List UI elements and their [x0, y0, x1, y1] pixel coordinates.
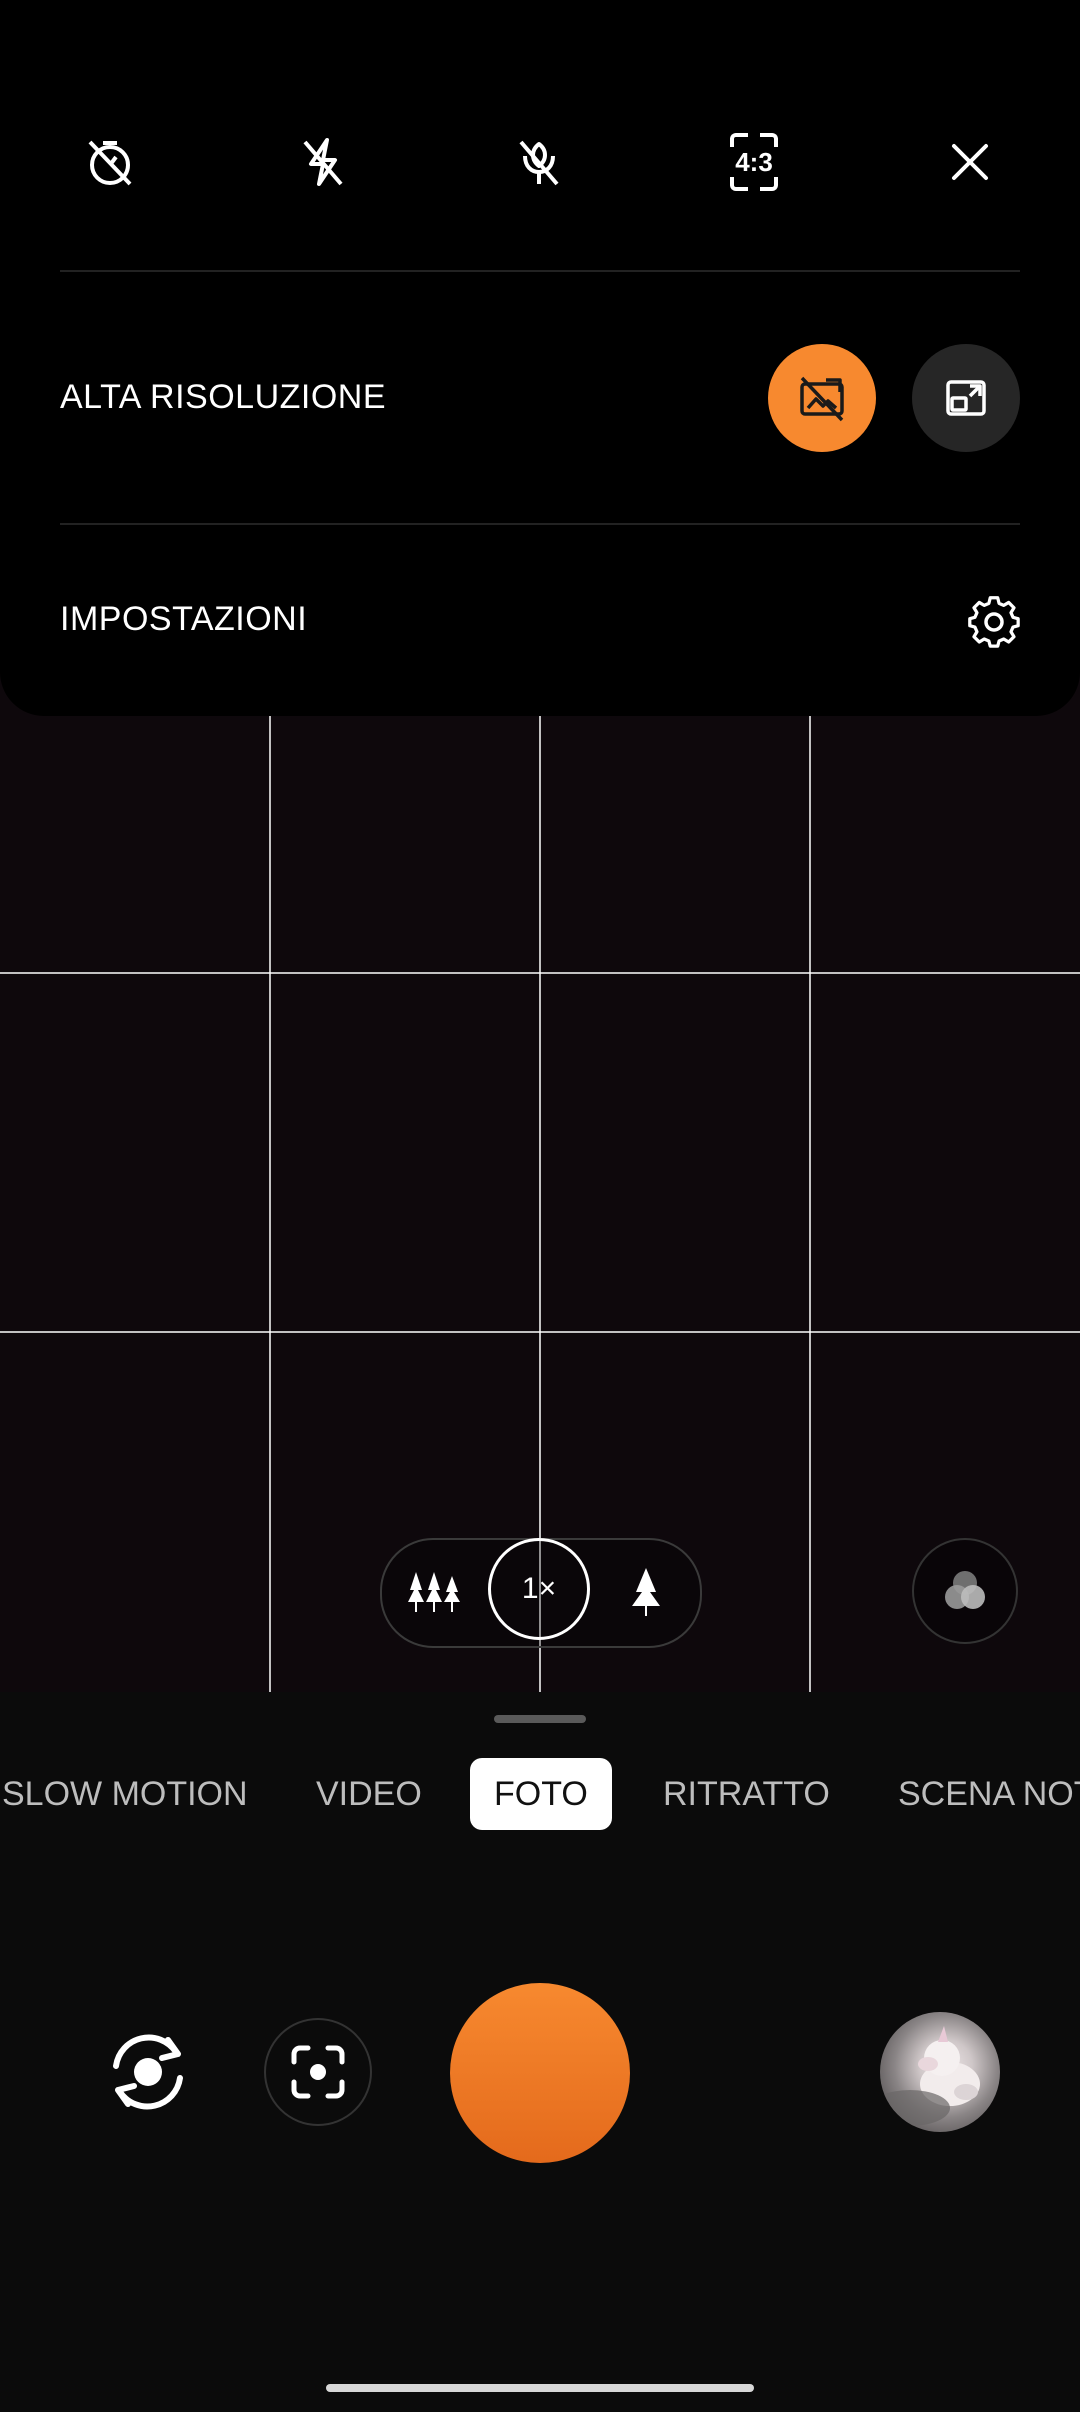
gallery-thumbnail[interactable]	[880, 2012, 1000, 2132]
mode-video[interactable]: VIDEO	[316, 1770, 422, 1818]
camera-switch-button[interactable]	[88, 2012, 208, 2132]
telephoto-icon[interactable]	[616, 1562, 676, 1622]
high-res-on-button[interactable]	[912, 344, 1020, 452]
filters-icon	[945, 1571, 985, 1609]
mode-night[interactable]: SCENA NOT	[898, 1770, 1080, 1818]
mode-portrait[interactable]: RITRATTO	[663, 1770, 830, 1818]
high-res-on-icon	[946, 380, 986, 416]
mode-photo[interactable]: FOTO	[470, 1758, 612, 1830]
divider	[60, 270, 1020, 272]
high-res-off-button[interactable]	[768, 344, 876, 452]
quick-settings-panel: 4:3 ALTA RISOLUZIONE IMPOSTAZIONI	[0, 0, 1080, 716]
shutter-button[interactable]	[450, 1983, 630, 2163]
settings-label: IMPOSTAZIONI	[60, 600, 308, 638]
google-lens-icon	[291, 2045, 345, 2099]
wide-angle-icon[interactable]	[404, 1562, 464, 1622]
gallery-preview-image	[880, 2026, 980, 2126]
timer-off-icon[interactable]	[74, 126, 146, 198]
gear-icon[interactable]	[964, 592, 1024, 652]
mode-slow-motion[interactable]: SLOW MOTION	[2, 1770, 248, 1818]
high-res-off-icon	[800, 376, 844, 422]
google-lens-button[interactable]	[264, 2018, 372, 2126]
grid-line	[0, 972, 1080, 974]
zoom-1x-label: 1×	[521, 1572, 557, 1605]
aspect-ratio-icon[interactable]: 4:3	[718, 126, 790, 198]
filters-button[interactable]	[912, 1538, 1018, 1644]
high-resolution-label: ALTA RISOLUZIONE	[60, 378, 387, 416]
grid-line	[0, 1331, 1080, 1333]
flash-off-icon[interactable]	[287, 126, 359, 198]
macro-off-icon[interactable]	[503, 126, 575, 198]
aspect-ratio-label: 4:3	[735, 147, 773, 177]
camera-switch-icon	[113, 2034, 183, 2110]
zoom-1x-button[interactable]: 1×	[488, 1538, 590, 1640]
drawer-handle[interactable]	[494, 1715, 586, 1723]
home-indicator[interactable]	[326, 2384, 754, 2392]
divider	[60, 523, 1020, 525]
close-icon[interactable]	[934, 126, 1006, 198]
